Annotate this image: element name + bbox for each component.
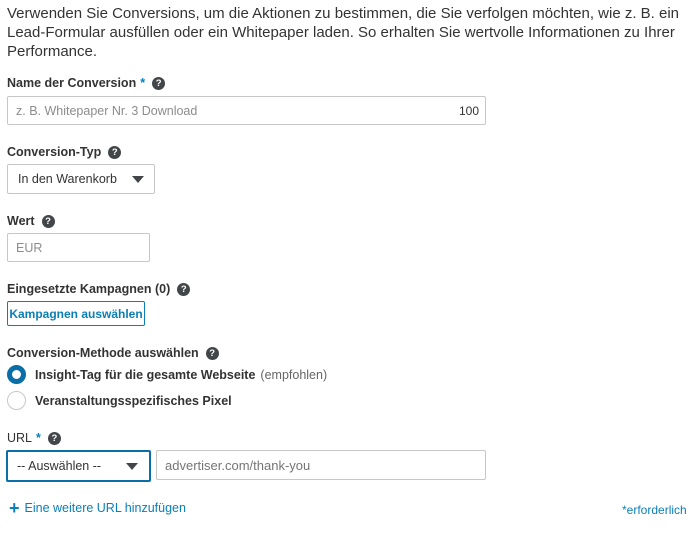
conversion-name-placeholder: z. B. Whitepaper Nr. 3 Download bbox=[16, 104, 198, 118]
chevron-down-icon bbox=[132, 176, 144, 183]
plus-icon: + bbox=[9, 498, 20, 518]
char-counter: 100 bbox=[458, 104, 479, 118]
required-mark: * bbox=[140, 76, 146, 90]
method-option-label: Veranstaltungsspezifisches Pixel bbox=[35, 393, 232, 408]
url-input[interactable]: advertiser.com/thank-you bbox=[156, 450, 486, 480]
help-icon[interactable]: ? bbox=[108, 145, 122, 159]
method-label-text: Conversion-Methode auswählen bbox=[7, 346, 199, 360]
conversion-type-select[interactable]: In den Warenkorb bbox=[7, 164, 155, 194]
method-label: Conversion-Methode auswählen ? bbox=[7, 346, 219, 360]
help-icon[interactable]: ? bbox=[47, 431, 61, 445]
value-input[interactable]: EUR bbox=[7, 233, 150, 262]
method-option-insight-tag[interactable]: Insight-Tag für die gesamte Webseite (em… bbox=[7, 365, 327, 384]
radio-selected-icon[interactable] bbox=[7, 365, 26, 384]
url-type-value: -- Auswählen -- bbox=[17, 459, 102, 473]
add-url-link[interactable]: + Eine weitere URL hinzufügen bbox=[9, 498, 186, 518]
radio-unselected-icon[interactable] bbox=[7, 391, 26, 410]
select-campaigns-button[interactable]: Kampagnen auswählen bbox=[7, 301, 145, 326]
conversion-type-label: Conversion-Typ ? bbox=[7, 145, 122, 159]
intro-text: Verwenden Sie Conversions, um die Aktion… bbox=[7, 5, 680, 60]
chevron-down-icon bbox=[126, 463, 138, 470]
conversion-type-value: In den Warenkorb bbox=[18, 172, 117, 186]
method-option-note: (empfohlen) bbox=[260, 367, 328, 382]
url-input-placeholder: advertiser.com/thank-you bbox=[165, 458, 311, 473]
campaigns-label: Eingesetzte Kampagnen (0) ? bbox=[7, 282, 191, 296]
help-icon[interactable]: ? bbox=[177, 282, 191, 296]
value-placeholder: EUR bbox=[16, 241, 43, 255]
campaigns-label-text: Eingesetzte Kampagnen (0) bbox=[7, 282, 171, 296]
value-label-text: Wert bbox=[7, 214, 35, 228]
url-label: URL * ? bbox=[7, 431, 61, 445]
help-icon[interactable]: ? bbox=[41, 214, 55, 228]
conversion-name-label-text: Name der Conversion bbox=[7, 76, 137, 90]
method-option-label: Insight-Tag für die gesamte Webseite bbox=[35, 367, 256, 382]
required-mark: * bbox=[36, 431, 41, 445]
help-icon[interactable]: ? bbox=[152, 76, 166, 90]
add-url-link-text: Eine weitere URL hinzufügen bbox=[24, 501, 186, 515]
conversion-name-input[interactable]: z. B. Whitepaper Nr. 3 Download 100 bbox=[7, 96, 486, 125]
help-icon[interactable]: ? bbox=[205, 346, 219, 360]
url-type-select[interactable]: -- Auswählen -- bbox=[6, 450, 151, 482]
url-label-text: URL bbox=[7, 431, 33, 445]
method-option-event-pixel[interactable]: Veranstaltungsspezifisches Pixel bbox=[7, 391, 232, 410]
value-label: Wert ? bbox=[7, 214, 55, 228]
conversion-name-label: Name der Conversion * ? bbox=[7, 76, 166, 90]
required-note: *erforderlich bbox=[622, 503, 687, 517]
conversion-type-label-text: Conversion-Typ bbox=[7, 145, 102, 159]
